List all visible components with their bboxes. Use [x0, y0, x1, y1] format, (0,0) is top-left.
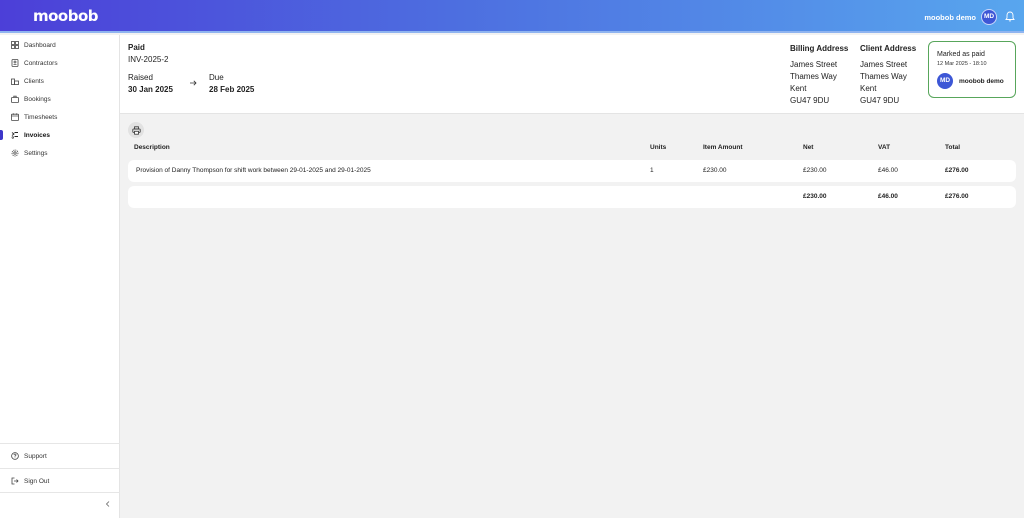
totals-row: £230.00 £46.00 £276.00 — [128, 186, 1016, 208]
column-header-units: Units — [650, 144, 667, 151]
sidebar-divider — [0, 468, 120, 469]
top-user-name[interactable]: moobob demo — [924, 13, 976, 22]
sidebar-divider — [0, 443, 120, 444]
sidebar-item-label: Bookings — [24, 95, 51, 103]
row-description: Provision of Danny Thompson for shift wo… — [136, 167, 371, 174]
paid-by-user: moobob demo — [959, 78, 1004, 85]
invoice-number: INV-2025-2 — [128, 55, 169, 64]
sidebar-item-clients[interactable]: Clients — [0, 74, 120, 88]
sidebar-item-invoices[interactable]: Invoices — [0, 128, 120, 142]
column-header-vat: VAT — [878, 144, 891, 151]
paid-status-card: Marked as paid 12 Mar 2025 - 18:10 MD mo… — [928, 41, 1016, 98]
due-label: Due — [209, 73, 224, 82]
column-header-description: Description — [134, 144, 170, 151]
sidebar-divider — [0, 492, 120, 493]
invoice-status: Paid — [128, 43, 145, 52]
print-button[interactable] — [128, 122, 144, 138]
total-vat: £46.00 — [878, 193, 898, 200]
sidebar-item-label: Support — [24, 452, 47, 460]
address-line: James Street — [790, 60, 838, 69]
address-line: James Street — [860, 60, 908, 69]
address-line: Kent — [860, 84, 877, 93]
billing-address-title: Billing Address — [790, 44, 849, 53]
sidebar-item-label: Invoices — [24, 131, 51, 139]
grid-icon — [11, 41, 19, 49]
paid-date: 12 Mar 2025 - 18:10 — [937, 61, 987, 67]
id-card-icon — [11, 59, 19, 67]
address-line: GU47 9DU — [860, 96, 900, 105]
client-address-title: Client Address — [860, 44, 917, 53]
grand-total: £276.00 — [945, 193, 969, 200]
calendar-icon — [11, 113, 19, 121]
sidebar-item-label: Dashboard — [24, 41, 56, 49]
sidebar-item-support[interactable]: Support — [0, 449, 120, 463]
sidebar-item-timesheets[interactable]: Timesheets — [0, 110, 120, 124]
address-line: Kent — [790, 84, 807, 93]
sidebar: Dashboard Contractors Clients Bookings T… — [0, 35, 120, 518]
sidebar-item-label: Sign Out — [24, 477, 50, 485]
paid-title: Marked as paid — [937, 51, 985, 58]
row-item-amount: £230.00 — [703, 167, 727, 174]
sidebar-item-label: Contractors — [24, 59, 58, 67]
address-line: GU47 9DU — [790, 96, 830, 105]
chevron-left-icon[interactable] — [104, 500, 112, 508]
row-total: £276.00 — [945, 167, 969, 174]
briefcase-icon — [11, 95, 19, 103]
sidebar-item-dashboard[interactable]: Dashboard — [0, 38, 120, 52]
arrow-right-icon — [190, 80, 197, 86]
app-logo[interactable]: moobob — [33, 7, 99, 25]
column-header-item-amount: Item Amount — [703, 144, 743, 151]
gear-icon — [11, 149, 19, 157]
total-net: £230.00 — [803, 193, 827, 200]
help-circle-icon — [11, 452, 19, 460]
sign-out-icon — [11, 477, 19, 485]
row-vat: £46.00 — [878, 167, 898, 174]
billing-address: Billing Address James Street Thames Way … — [790, 43, 848, 107]
receipt-icon — [11, 132, 18, 139]
top-bar: moobob moobob demo MD — [0, 0, 1024, 33]
table-row: Provision of Danny Thompson for shift wo… — [128, 160, 1016, 182]
sidebar-item-sign-out[interactable]: Sign Out — [0, 474, 120, 488]
active-indicator — [0, 130, 3, 140]
sidebar-item-label: Timesheets — [24, 113, 58, 121]
column-header-total: Total — [945, 144, 961, 151]
building-icon — [11, 78, 19, 85]
client-address: Client Address James Street Thames Way K… — [860, 43, 916, 107]
sidebar-item-bookings[interactable]: Bookings — [0, 92, 120, 106]
sidebar-item-label: Settings — [24, 149, 48, 157]
sidebar-item-contractors[interactable]: Contractors — [0, 56, 120, 70]
raised-date: 30 Jan 2025 — [128, 85, 173, 94]
column-header-net: Net — [803, 144, 814, 151]
row-net: £230.00 — [803, 167, 827, 174]
address-line: Thames Way — [790, 72, 837, 81]
user-avatar[interactable]: MD — [981, 9, 997, 25]
printer-icon — [131, 125, 141, 135]
row-units: 1 — [650, 167, 654, 174]
bell-icon[interactable] — [1005, 11, 1015, 22]
avatar: MD — [937, 73, 953, 89]
sidebar-item-settings[interactable]: Settings — [0, 146, 120, 160]
main-content: Paid INV-2025-2 Raised 30 Jan 2025 Due 2… — [120, 35, 1024, 518]
due-date: 28 Feb 2025 — [209, 85, 255, 94]
invoice-header: Paid INV-2025-2 Raised 30 Jan 2025 Due 2… — [120, 35, 1024, 114]
sidebar-item-label: Clients — [24, 77, 44, 85]
raised-label: Raised — [128, 73, 153, 82]
address-line: Thames Way — [860, 72, 907, 81]
